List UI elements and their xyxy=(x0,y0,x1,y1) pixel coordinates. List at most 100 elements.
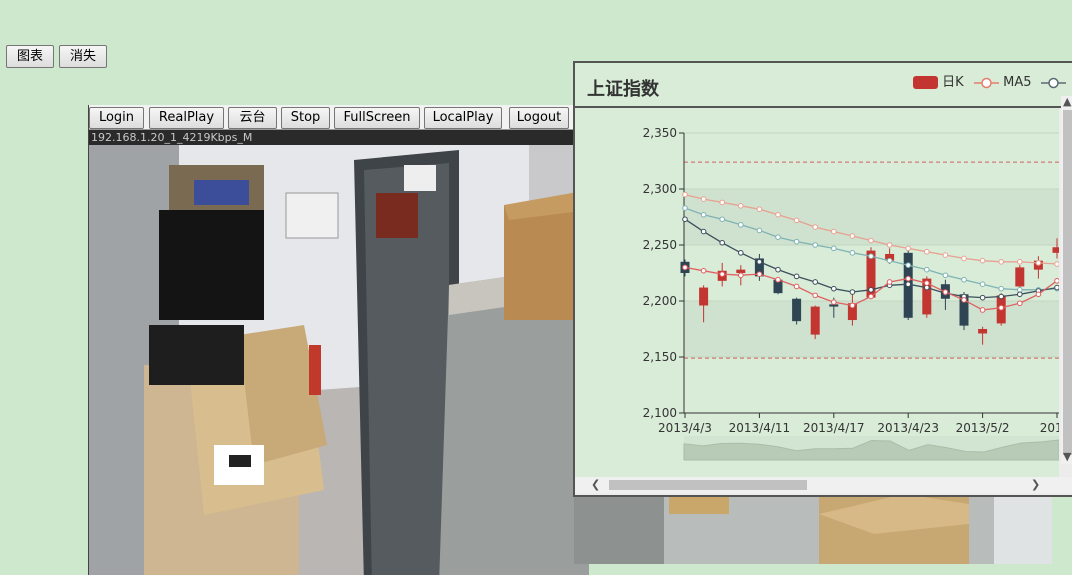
scrollbar-thumb[interactable] xyxy=(1063,110,1072,455)
ma-point xyxy=(738,272,744,279)
realplay-button[interactable]: RealPlay xyxy=(149,107,224,129)
ma-point xyxy=(756,271,763,277)
stop-button[interactable]: Stop xyxy=(281,107,330,129)
legend-item-ma5[interactable]: MA5 xyxy=(974,75,1032,91)
hide-button[interactable]: 消失 xyxy=(59,45,107,68)
candle xyxy=(792,298,802,322)
ma-point xyxy=(775,234,781,240)
grid-band xyxy=(684,189,1059,245)
ma-point xyxy=(831,285,837,292)
ma-point xyxy=(849,302,856,309)
ma-point xyxy=(700,196,707,202)
ma-point xyxy=(1017,259,1023,265)
ma-point xyxy=(886,279,893,285)
ma-point xyxy=(868,287,874,293)
ma-point xyxy=(756,206,763,212)
ma-point xyxy=(719,199,725,206)
scroll-right-icon[interactable]: ❯ xyxy=(1031,479,1040,491)
scroll-up-icon[interactable]: ▲ xyxy=(1063,96,1071,108)
ma-point xyxy=(738,203,744,209)
ma-point xyxy=(868,237,874,244)
scroll-down-icon[interactable]: ▼ xyxy=(1063,451,1071,463)
fullscreen-button[interactable]: FullScreen xyxy=(334,107,420,129)
chart-title: 上证指数 xyxy=(587,79,659,100)
legend-item-ma10[interactable] xyxy=(1041,75,1066,91)
legend-item-daily-k[interactable]: 日K xyxy=(913,75,964,91)
legend-label: 日K xyxy=(942,75,964,90)
x-tick-label: 2013/5/2 xyxy=(956,421,1010,435)
x-tick-label: 2013/4/17 xyxy=(803,421,865,435)
ma-point xyxy=(849,289,856,295)
x-tick-label: 2013/ xyxy=(1040,421,1059,435)
line-legend-icon xyxy=(974,77,999,88)
ma-point xyxy=(979,294,986,301)
ma-point xyxy=(979,307,986,313)
ma-point xyxy=(961,255,967,262)
candle-legend-icon xyxy=(913,76,938,89)
ma-point xyxy=(812,242,818,248)
ma-point xyxy=(1017,300,1023,307)
ptz-button[interactable]: 云台 xyxy=(228,107,277,129)
candlestick-chart[interactable]: 2,100 2,150 2,200 2,250 2,300 2,350 2013/4/3 20… xyxy=(575,108,1059,477)
ma-point xyxy=(682,191,688,198)
ma-point xyxy=(961,276,967,283)
horizontal-scrollbar[interactable]: ❮ ❯ xyxy=(575,477,1072,493)
ma-point xyxy=(1035,260,1042,266)
login-button[interactable]: Login xyxy=(89,107,144,129)
ma-point xyxy=(831,299,837,305)
candle xyxy=(699,287,709,306)
ma-point xyxy=(719,271,725,277)
ma-point xyxy=(905,275,912,282)
legend-label: MA5 xyxy=(1003,75,1032,90)
video-overlay-label: 192.168.1.20_1_4219Kbps_M xyxy=(91,131,253,144)
ma-point xyxy=(849,233,856,239)
ma-point xyxy=(682,205,688,211)
candle xyxy=(810,306,820,335)
ma-point xyxy=(849,250,856,256)
ma-point xyxy=(998,285,1005,292)
ma-point xyxy=(682,216,688,223)
ma-point xyxy=(942,289,949,295)
y-tick-label: 2,250 xyxy=(643,238,677,252)
data-zoom-slider[interactable] xyxy=(683,436,1059,461)
camera-feed-image xyxy=(89,145,589,575)
ma-point xyxy=(905,245,912,252)
candle xyxy=(1015,267,1025,287)
ma-point xyxy=(905,281,912,287)
ma-point xyxy=(1017,291,1023,298)
ma-point xyxy=(924,266,930,273)
ma-point xyxy=(756,227,763,234)
ma-point xyxy=(886,242,893,248)
video-toolbar: Login RealPlay 云台 Stop FullScreen LocalP… xyxy=(89,105,589,130)
ma-point xyxy=(868,293,874,300)
chart-button[interactable]: 图表 xyxy=(6,45,54,68)
ma-point xyxy=(775,266,781,273)
vertical-scrollbar[interactable]: ▲ ▼ xyxy=(1061,96,1072,464)
ma-point xyxy=(700,228,707,235)
ma-point xyxy=(1035,291,1042,298)
y-tick-label: 2,350 xyxy=(643,126,677,140)
ma-point xyxy=(793,217,800,224)
localplay-button[interactable]: LocalPlay xyxy=(424,107,502,129)
grid-band xyxy=(684,133,1059,189)
ma-point xyxy=(998,304,1005,311)
ma-point xyxy=(868,253,874,259)
ma-point xyxy=(700,267,707,274)
ma-point xyxy=(831,245,837,252)
ma-point xyxy=(682,264,688,271)
ma-point xyxy=(998,293,1005,300)
scroll-left-icon[interactable]: ❮ xyxy=(591,479,600,491)
chart-panel: 上证指数 日K MA5 2,100 2,150 2,200 2,250 2,300 2,3… xyxy=(573,61,1072,497)
ma-point xyxy=(812,224,818,230)
ma-point xyxy=(924,280,930,286)
ma-point xyxy=(1054,278,1059,284)
logout-button[interactable]: Logout xyxy=(509,107,569,129)
ma-point xyxy=(775,276,781,283)
ma-point xyxy=(831,228,837,235)
ma-point xyxy=(886,257,893,264)
video-panel: Login RealPlay 云台 Stop FullScreen LocalP… xyxy=(88,105,589,575)
ma-point xyxy=(1017,287,1023,293)
scrollbar-thumb[interactable] xyxy=(609,480,807,490)
ma-point xyxy=(979,281,986,287)
y-tick-label: 2,300 xyxy=(643,182,677,196)
